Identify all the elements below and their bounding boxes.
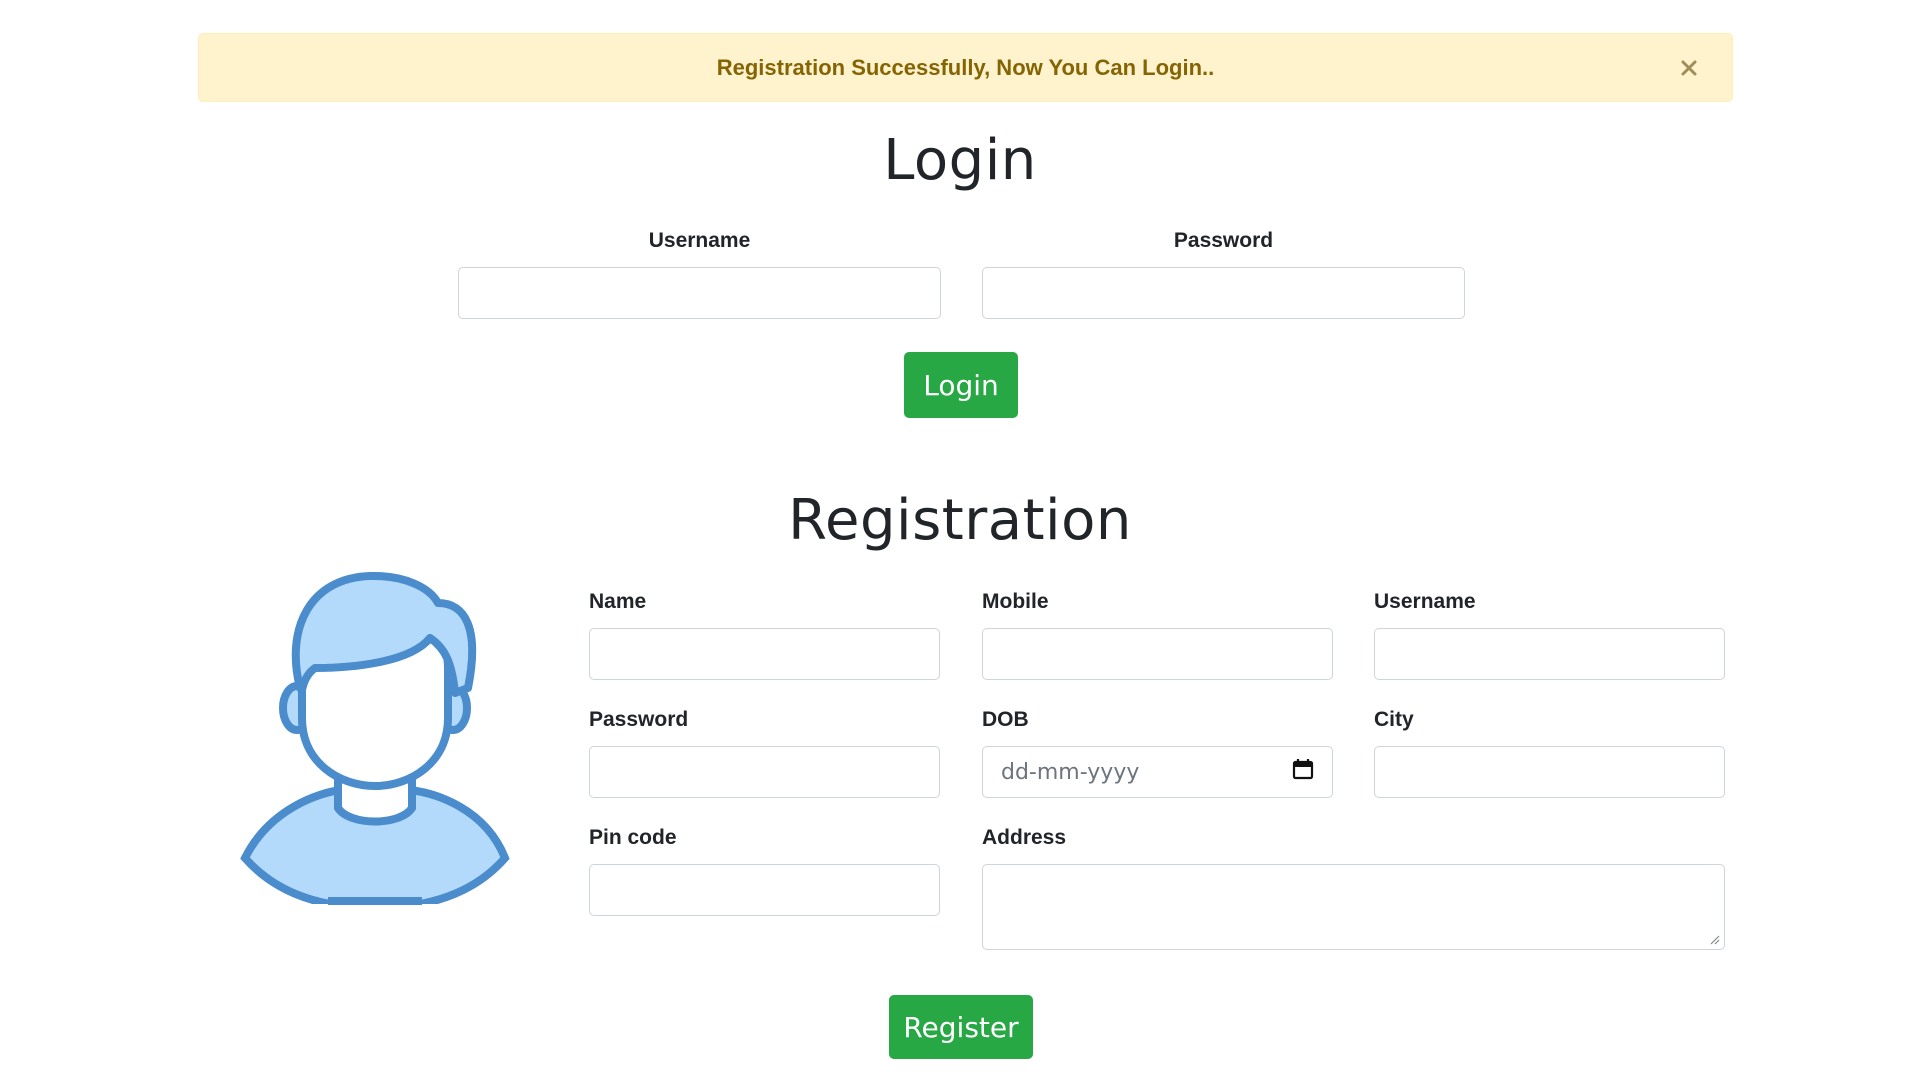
resize-grip-icon[interactable] bbox=[1708, 933, 1720, 945]
calendar-icon[interactable] bbox=[1292, 758, 1314, 786]
page: Registration Successfully, Now You Can L… bbox=[0, 0, 1920, 1080]
reg-address-label: Address bbox=[982, 826, 1067, 849]
login-button[interactable]: Login bbox=[904, 352, 1018, 418]
login-username-input[interactable] bbox=[458, 267, 941, 319]
dob-placeholder: dd-mm-yyyy bbox=[1001, 759, 1140, 785]
reg-pincode-input[interactable] bbox=[589, 864, 940, 916]
user-avatar-icon bbox=[240, 571, 510, 905]
alert-message: Registration Successfully, Now You Can L… bbox=[716, 54, 1215, 80]
reg-mobile-label: Mobile bbox=[982, 590, 1049, 613]
reg-city-label: City bbox=[1374, 708, 1414, 731]
login-password-input[interactable] bbox=[982, 267, 1465, 319]
reg-password-input[interactable] bbox=[589, 746, 940, 798]
registration-title: Registration bbox=[788, 488, 1132, 553]
reg-mobile-input[interactable] bbox=[982, 628, 1333, 680]
reg-dob-label: DOB bbox=[982, 708, 1029, 731]
login-username-label: Username bbox=[648, 229, 751, 252]
register-button[interactable]: Register bbox=[889, 995, 1033, 1059]
reg-name-input[interactable] bbox=[589, 628, 940, 680]
reg-username-input[interactable] bbox=[1374, 628, 1725, 680]
reg-pincode-label: Pin code bbox=[589, 826, 677, 849]
reg-password-label: Password bbox=[589, 708, 689, 731]
reg-name-label: Name bbox=[589, 590, 647, 613]
success-alert: Registration Successfully, Now You Can L… bbox=[198, 33, 1733, 102]
reg-address-textarea[interactable] bbox=[982, 864, 1725, 950]
reg-city-input[interactable] bbox=[1374, 746, 1725, 798]
reg-dob-input[interactable]: dd-mm-yyyy bbox=[982, 746, 1333, 798]
reg-username-label: Username bbox=[1374, 590, 1476, 613]
close-icon[interactable] bbox=[1676, 55, 1702, 81]
login-title: Login bbox=[883, 128, 1037, 193]
login-password-label: Password bbox=[1173, 229, 1274, 252]
